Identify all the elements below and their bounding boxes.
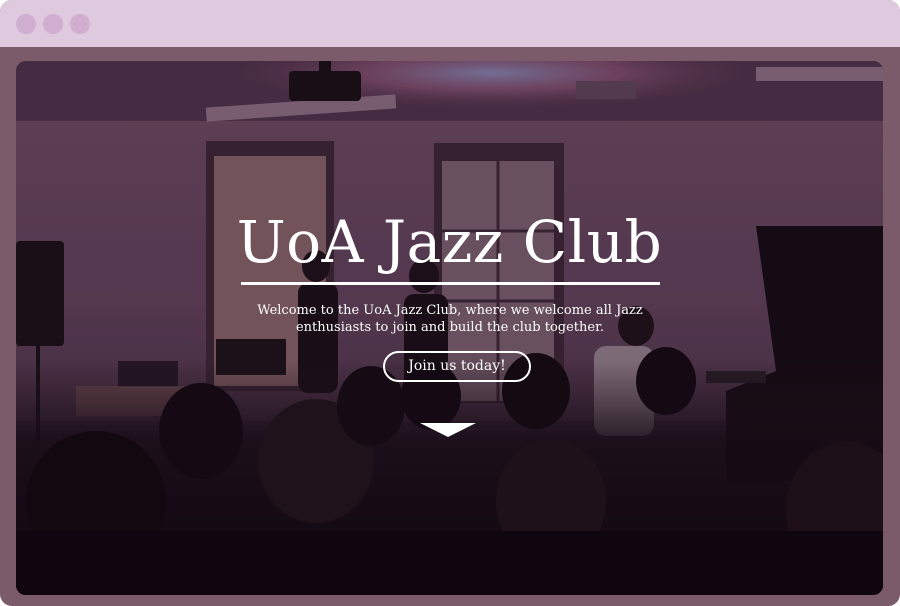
hero-title: UoA Jazz Club (236, 208, 663, 276)
join-button[interactable]: Join us today! (383, 351, 531, 382)
chevron-down-icon[interactable] (420, 423, 476, 437)
browser-window: UoA Jazz Club Welcome to the UoA Jazz Cl… (0, 0, 900, 606)
title-underline (241, 282, 660, 285)
minimize-dot[interactable] (43, 14, 63, 34)
maximize-dot[interactable] (70, 14, 90, 34)
hero-tagline: Welcome to the UoA Jazz Club, where we w… (257, 303, 643, 335)
title-bar (0, 0, 900, 47)
hero-section: UoA Jazz Club Welcome to the UoA Jazz Cl… (16, 61, 883, 595)
close-dot[interactable] (16, 14, 36, 34)
